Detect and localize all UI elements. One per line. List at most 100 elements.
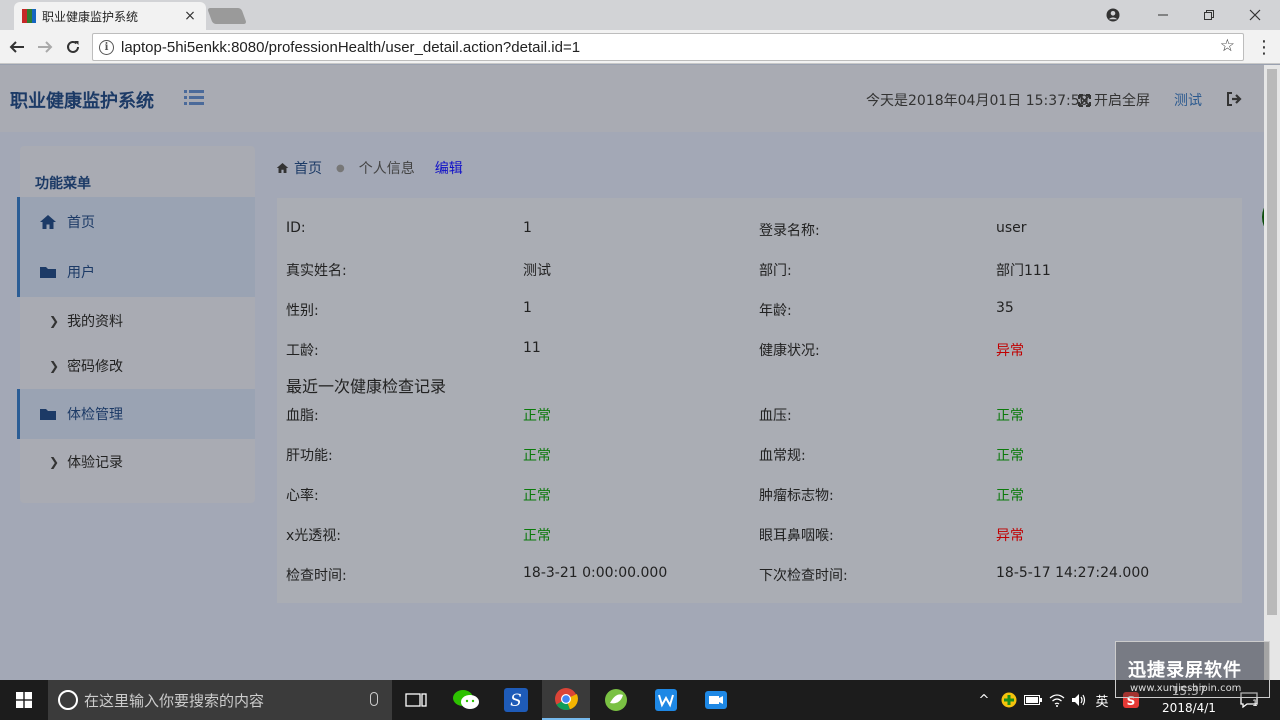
id-label: ID: [286,220,306,236]
chrome-icon[interactable] [542,680,590,720]
taskbar-search-placeholder: 在这里输入你要搜索的内容 [84,691,265,710]
department-value: 部门111 [996,263,1051,279]
menu-title: 功能菜单 [35,176,91,192]
favicon-icon [22,9,36,23]
browser-tab[interactable]: 职业健康监护系统 × [14,2,206,30]
sidebar-item-label: 首页 [67,215,95,231]
heart-rate-value: 正常 [523,488,551,504]
site-info-icon[interactable]: i [99,39,114,55]
tab-title: 职业健康监护系统 [42,9,139,24]
sidebar-menu: 功能菜单 首页 用户 ❯ 我的资料 ❯ 密码修改 体检管理 ❯ 体验记录 [17,146,255,503]
browser-menu-icon[interactable]: ⋮ [1254,34,1274,60]
window-close-icon[interactable] [1232,0,1278,30]
microphone-icon[interactable] [370,692,378,706]
page-content: 职业健康监护系统 今天是2018年04月01日 15:37:50 开启全屏 测试… [0,65,1264,680]
ime-indicator[interactable]: 英 [1092,680,1112,720]
cortana-icon [58,690,78,710]
chevron-right-icon: ❯ [49,454,60,469]
breadcrumb-home-label: 首页 [294,161,322,177]
battery-icon[interactable] [1022,680,1044,720]
exam-time-value: 18-3-21 0:00:00.000 [523,565,668,581]
ent-label: 眼耳鼻咽喉: [759,528,834,544]
real-name-value: 测试 [523,263,551,279]
url-text[interactable]: laptop-5hi5enkk:8080/professionHealth/us… [121,39,580,56]
wifi-icon[interactable] [1046,680,1068,720]
forward-arrow-icon[interactable] [32,34,58,60]
liver-function-label: 肝功能: [286,448,333,464]
app-header: 职业健康监护系统 今天是2018年04月01日 15:37:50 开启全屏 测试 [0,65,1264,132]
volume-icon[interactable] [1068,680,1090,720]
tab-close-icon[interactable]: × [182,8,198,24]
sidebar-item-users[interactable]: 用户 [17,247,255,297]
xray-label: x光透视: [286,528,342,544]
windows-start-icon[interactable] [0,680,48,720]
wechat-icon[interactable] [442,680,490,720]
liver-function-value: 正常 [523,448,551,464]
minimize-icon[interactable] [1140,0,1186,30]
login-name-value: user [996,220,1027,236]
login-name-label: 登录名称: [759,223,820,239]
folder-icon [40,409,56,420]
task-view-icon[interactable] [392,680,440,720]
page-scrollbar[interactable] [1264,65,1280,680]
new-tab-button[interactable] [207,8,247,24]
sidebar-item-my-profile[interactable]: ❯ 我的资料 [17,298,255,343]
id-value: 1 [523,220,532,236]
taskbar-search-box[interactable]: 在这里输入你要搜索的内容 [48,680,392,720]
blood-lipid-value: 正常 [523,408,551,424]
screen-recorder-icon[interactable] [692,680,740,720]
current-user-link[interactable]: 测试 [1174,90,1202,110]
exam-time-label: 检查时间: [286,568,347,584]
address-bar[interactable]: i laptop-5hi5enkk:8080/professionHealth/… [92,33,1244,61]
sidebar-item-label: 密码修改 [67,358,124,375]
restore-icon[interactable] [1186,0,1232,30]
fullscreen-button[interactable]: 开启全屏 [1078,90,1150,110]
seniority-value: 11 [523,340,541,356]
recorder-watermark: 迅捷录屏软件 www.xunjieshipin.com [1115,641,1270,698]
svg-text:S: S [510,691,522,711]
notification-count: 1 [1252,699,1258,709]
reload-icon[interactable] [60,34,86,60]
breadcrumb-current: 个人信息 [358,161,415,177]
sidebar-item-exam-management[interactable]: 体检管理 [17,389,255,439]
green-leaf-app-icon[interactable] [592,680,640,720]
chevron-right-icon: ❯ [49,313,60,328]
chevron-right-icon: ❯ [49,358,60,373]
breadcrumb-separator: ● [336,162,345,174]
ent-value: 异常 [996,528,1024,544]
logout-icon[interactable] [1226,91,1242,107]
next-exam-time-value: 18-5-17 14:27:24.000 [996,565,1150,581]
tumor-marker-label: 肿瘤标志物: [759,488,834,504]
tray-expand-icon[interactable]: ^ [976,680,992,720]
brand-title[interactable]: 职业健康监护系统 [10,87,154,113]
watermark-site: www.xunjieshipin.com [1130,683,1242,694]
tray-shield-icon[interactable] [998,680,1020,720]
breadcrumb-home[interactable]: 首页 [276,158,322,178]
sidebar-item-label: 用户 [67,265,95,281]
back-arrow-icon[interactable] [4,34,30,60]
next-exam-time-label: 下次检查时间: [759,568,848,584]
checkup-section-title: 最近一次健康检查记录 [286,377,447,396]
app-s-icon[interactable]: S [492,680,540,720]
browser-titlebar: 职业健康监护系统 × [0,0,1280,30]
tumor-marker-value: 正常 [996,488,1024,504]
scrollbar-thumb[interactable] [1267,69,1277,615]
edit-link[interactable]: 编辑 [435,158,463,178]
sidebar-item-change-password[interactable]: ❯ 密码修改 [17,343,255,388]
fullscreen-label: 开启全屏 [1094,93,1150,109]
xray-value: 正常 [523,528,551,544]
sidebar-item-exam-records[interactable]: ❯ 体验记录 [17,439,255,484]
menu-toggle-icon[interactable] [184,89,204,107]
heart-rate-label: 心率: [286,488,319,504]
blood-routine-label: 血常规: [759,448,806,464]
bookmark-star-icon[interactable]: ☆ [1220,36,1235,56]
app-w-icon[interactable] [642,680,690,720]
age-value: 35 [996,300,1014,316]
blood-pressure-label: 血压: [759,408,792,424]
profile-icon[interactable] [1090,0,1136,30]
sidebar-item-label: 体验记录 [67,454,124,471]
windows-taskbar: 在这里输入你要搜索的内容 S ^ 英 S 15:37 2018/4/1 1 [0,680,1280,720]
folder-icon [40,267,56,278]
health-status-value: 异常 [996,343,1024,359]
sidebar-item-home[interactable]: 首页 [17,197,255,247]
